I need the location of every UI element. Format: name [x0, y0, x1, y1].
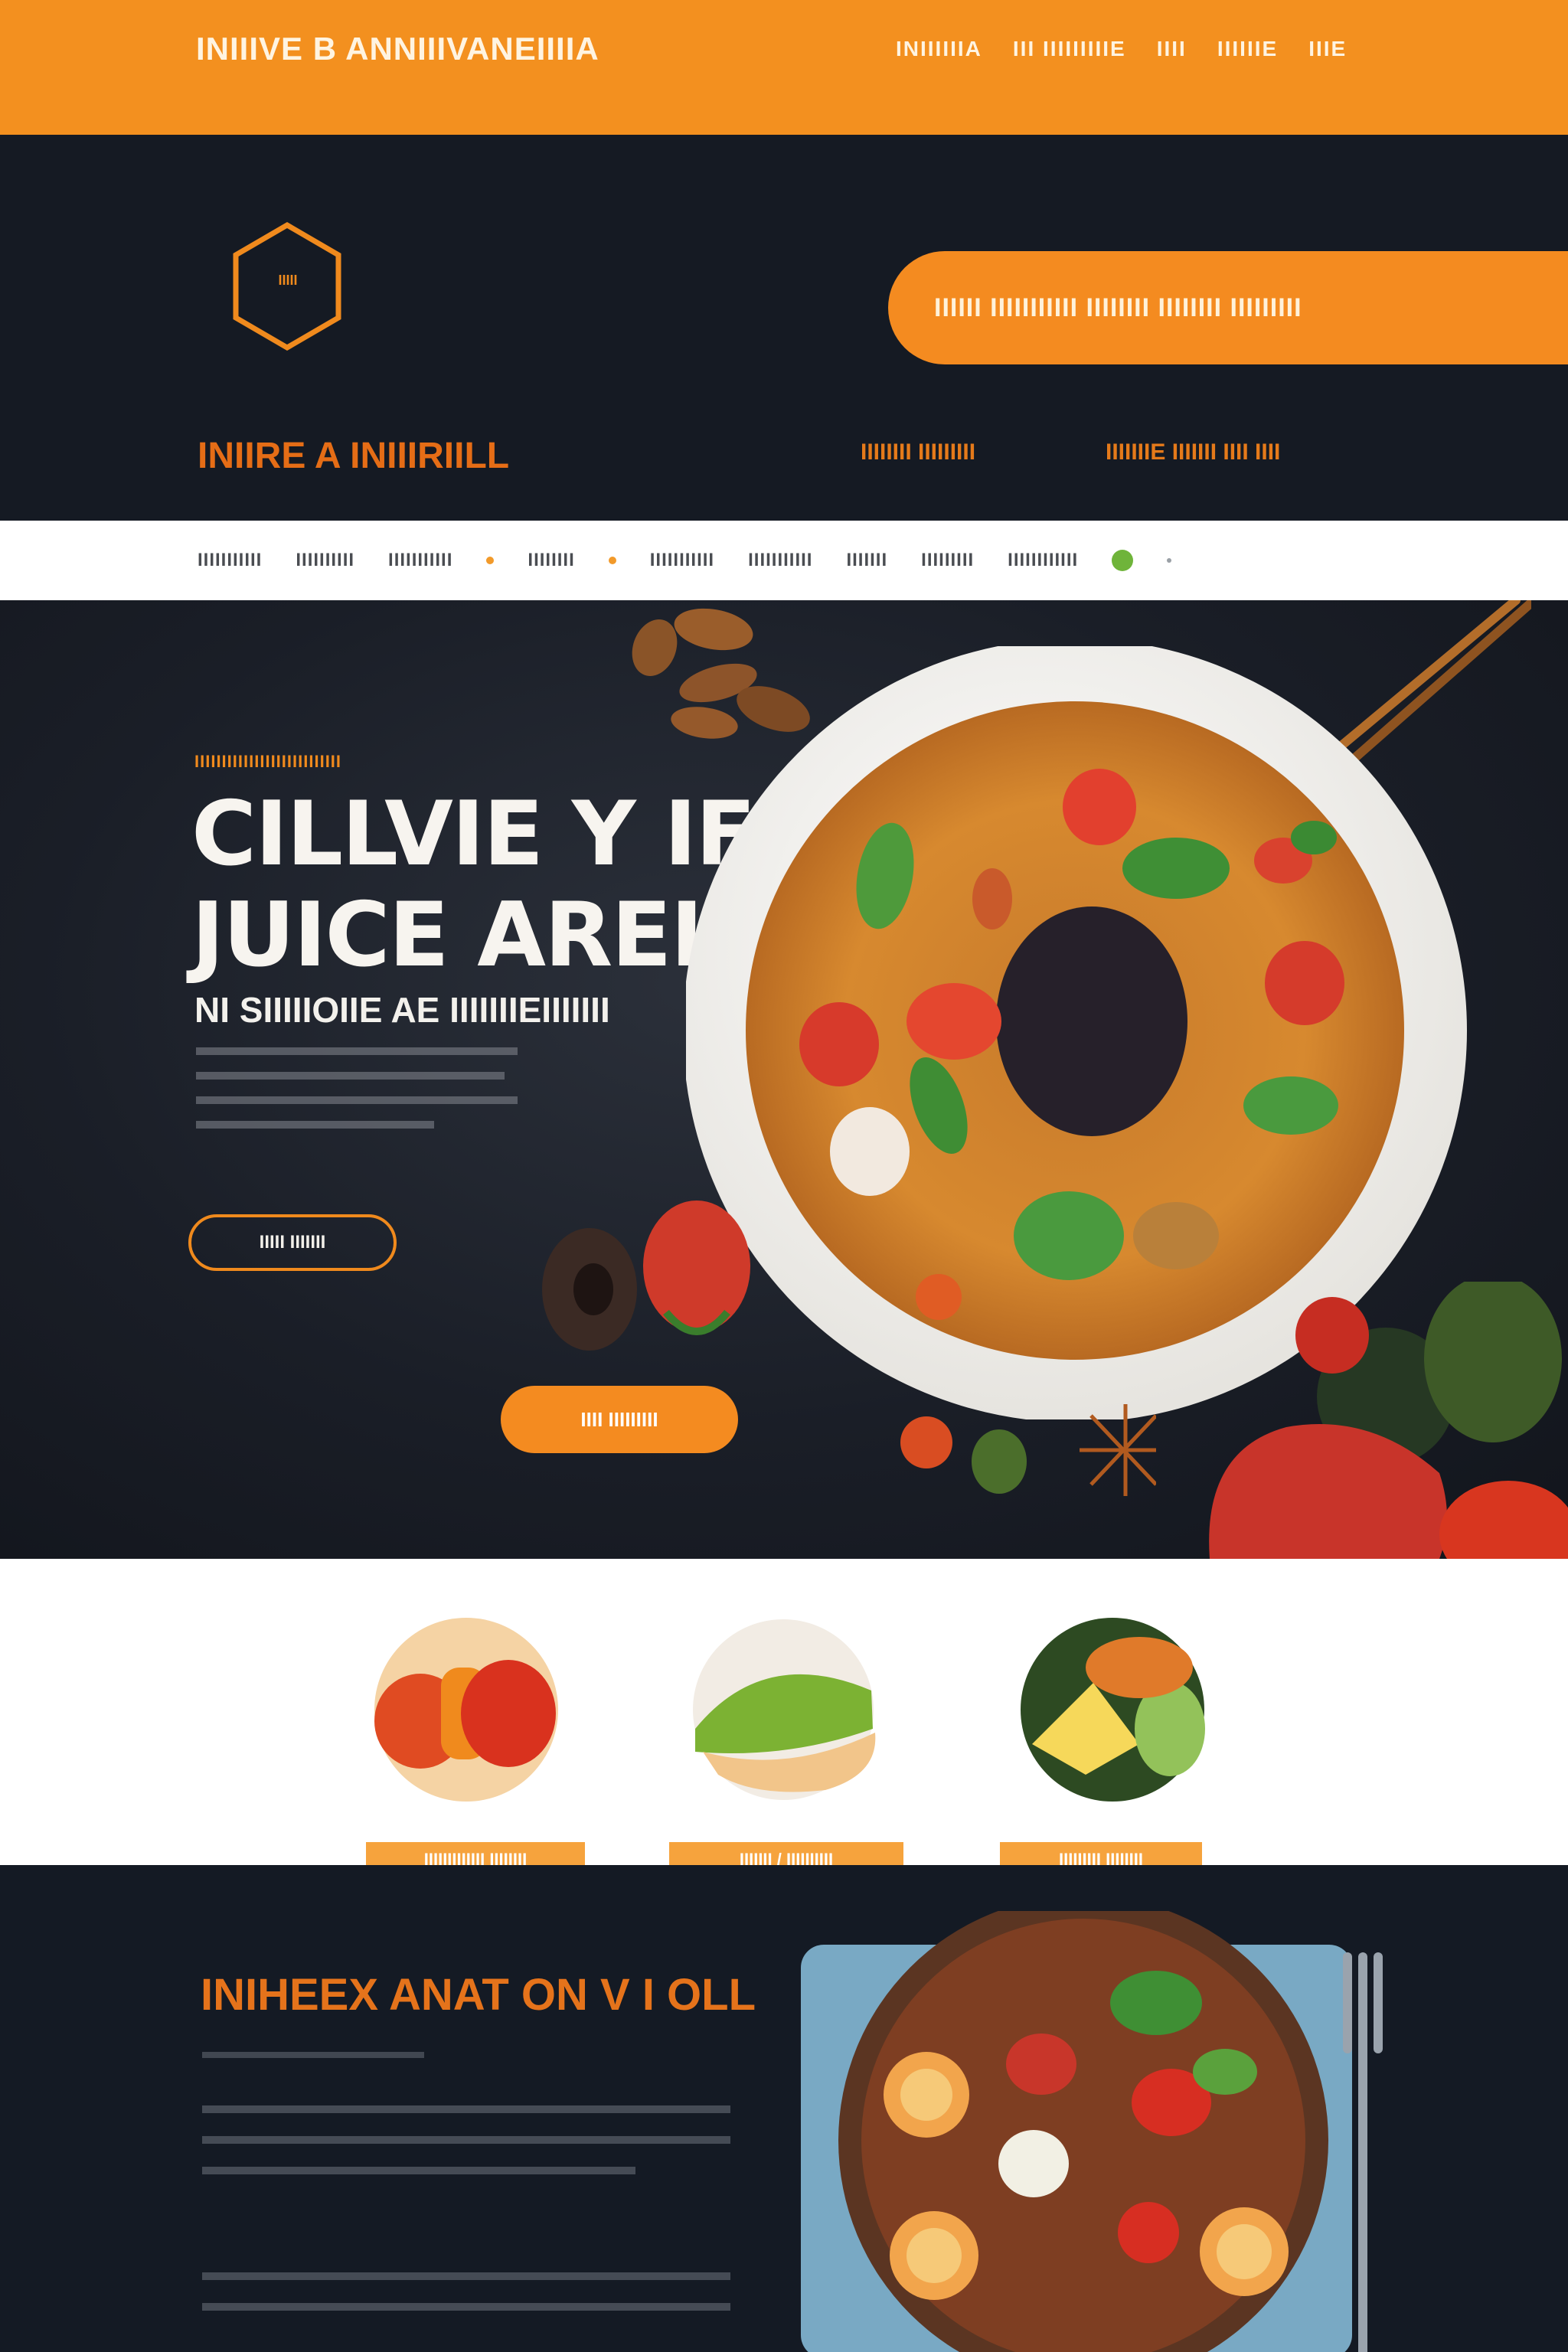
subnav-item-7[interactable]: IIIIIII [846, 550, 887, 571]
subnav-item-6[interactable]: IIIIIIIIIII [748, 550, 812, 571]
secondary-nav: IIIIIIIIIII IIIIIIIIII IIIIIIIIIII IIIII… [0, 521, 1568, 600]
salad-bowl-image [801, 1911, 1383, 2352]
strawberry-tomato-image [1209, 1282, 1568, 1559]
small-vegetables-image [900, 1404, 1156, 1496]
hero-outline-button[interactable]: IIIII IIIIIII [188, 1214, 397, 1271]
hero-subtitle: NI SIIIIIOIIE AE IIIIIIIEIIIIIII [194, 990, 610, 1030]
top-nav: INIIIIIIA III IIIIIIIIIE IIII IIIIIIE II… [896, 37, 1347, 61]
header-cta-banner[interactable]: IIIIII IIIIIIIIIII IIIIIIII IIIIIIII III… [888, 251, 1568, 364]
site-header: IIIII IIIIII IIIIIIIIIII IIIIIIII IIIIII… [0, 135, 1568, 521]
categories-section: IIIIIIIIIIIII IIIIIIII IIIIIII / IIIIIII… [0, 1559, 1568, 1877]
subnav-item-2[interactable]: IIIIIIIIII [296, 550, 354, 571]
subnav-dot-icon [486, 557, 495, 564]
category-3-image [1021, 1618, 1205, 1802]
feature-paragraph-1 [202, 2105, 730, 2197]
top-bar: INIIIVE B ANNIIIVANEIIIIA INIIIIIIA III … [0, 0, 1568, 135]
feature-divider [202, 2052, 424, 2058]
top-nav-item-5[interactable]: IIIE [1308, 37, 1347, 61]
more-dot-icon [1167, 558, 1172, 563]
header-tagline: INIIRE A INIIIRIILL [198, 436, 510, 476]
hero-paragraph [196, 1047, 518, 1145]
header-link-2[interactable]: IIIIIIIE IIIIIII IIII IIII [1106, 439, 1280, 466]
top-nav-item-4[interactable]: IIIIIIE [1217, 37, 1278, 61]
subnav-item-5[interactable]: IIIIIIIIIII [650, 550, 714, 571]
feature-paragraph-2 [202, 2272, 730, 2334]
top-nav-item-1[interactable]: INIIIIIIA [896, 37, 982, 61]
status-dot-icon[interactable] [1112, 550, 1134, 571]
hero-eyebrow: IIIIIIIIIIIIIIIIIIIIIIIIIII [194, 752, 342, 771]
category-2-image [693, 1619, 876, 1800]
subnav-item-3[interactable]: IIIIIIIIIII [388, 550, 452, 571]
top-nav-item-2[interactable]: III IIIIIIIIIE [1013, 37, 1126, 61]
mushroom-strawberry-image [542, 1200, 750, 1351]
subnav-item-8[interactable]: IIIIIIIII [921, 550, 974, 571]
category-1-image [374, 1618, 558, 1802]
subnav-item-9[interactable]: IIIIIIIIIIII [1008, 550, 1078, 571]
subnav-dot-icon [608, 557, 616, 564]
header-link-1[interactable]: IIIIIIII IIIIIIIII [861, 439, 975, 466]
header-cta-text: IIIIII IIIIIIIIIII IIIIIIII IIIIIIII III… [934, 292, 1302, 322]
brand-name[interactable]: INIIIVE B ANNIIIVANEIIIIA [196, 31, 599, 67]
logo-text: IIIII [278, 273, 298, 288]
hero-section: IIIIIIIIIIIIIIIIIIIIIIIIIII CILLVIE Y IF… [0, 600, 1568, 1559]
top-nav-item-3[interactable]: IIII [1157, 37, 1187, 61]
subnav-item-1[interactable]: IIIIIIIIIII [198, 550, 262, 571]
landing-page: INIIIVE B ANNIIIVANEIIIIA INIIIIIIA III … [0, 0, 1568, 2352]
feature-title: INIHEEX ANAT ON V I OLL [201, 1970, 756, 2020]
feature-section: INIHEEX ANAT ON V I OLL [0, 1865, 1568, 2352]
subnav-item-4[interactable]: IIIIIIII [528, 550, 574, 571]
